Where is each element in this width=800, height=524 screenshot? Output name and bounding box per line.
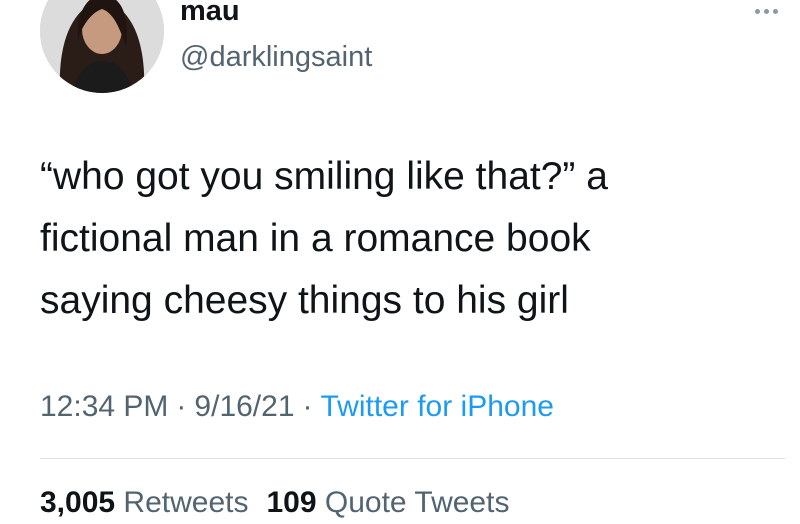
divider	[40, 458, 785, 459]
avatar[interactable]	[40, 0, 164, 93]
tweet-time[interactable]: 12:34 PM	[40, 390, 168, 423]
meta-separator: ·	[176, 390, 187, 423]
tweet-text-line: “who got you smiling like that?” a	[40, 155, 608, 198]
retweets-stat[interactable]: 3,005 Retweets	[40, 486, 248, 519]
tweet-text-line: saying cheesy things to his girl	[40, 279, 569, 322]
retweets-count: 3,005	[40, 486, 116, 519]
profile-photo-icon	[40, 0, 164, 93]
tweet-date[interactable]: 9/16/21	[194, 390, 294, 423]
tweet-text-line: fictional man in a romance book	[40, 217, 591, 260]
meta-separator: ·	[302, 390, 313, 423]
more-horizontal-icon	[754, 8, 760, 14]
tweet-meta: 12:34 PM · 9/16/21 · Twitter for iPhone	[40, 386, 554, 428]
more-horizontal-icon	[763, 8, 769, 14]
tweet-card: mau @darklingsaint “who got you smiling …	[0, 0, 800, 519]
quote-tweets-label: Quote Tweets	[324, 486, 510, 519]
tweet-source-link[interactable]: Twitter for iPhone	[321, 390, 554, 423]
more-horizontal-icon	[772, 8, 778, 14]
tweet-text: “who got you smiling like that?” a ficti…	[40, 146, 790, 332]
quote-tweets-stat[interactable]: 109 Quote Tweets	[266, 486, 509, 519]
more-options-button[interactable]	[746, 0, 786, 24]
user-handle[interactable]: @darklingsaint	[180, 38, 372, 76]
tweet-stats: 3,005 Retweets 109 Quote Tweets	[40, 482, 509, 524]
retweets-label: Retweets	[123, 486, 249, 519]
display-name[interactable]: mau	[180, 0, 240, 30]
quote-tweets-count: 109	[266, 486, 317, 519]
